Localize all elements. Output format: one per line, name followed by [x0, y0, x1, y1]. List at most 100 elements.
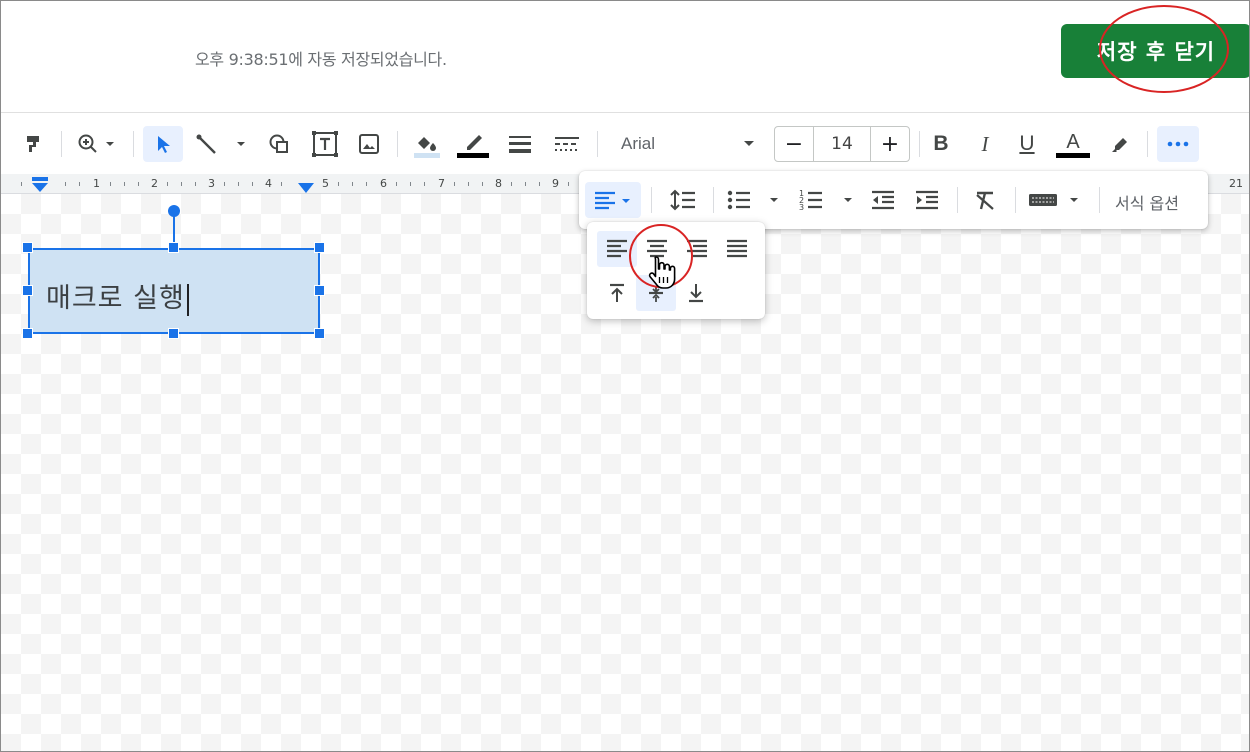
- resize-handle[interactable]: [22, 328, 33, 339]
- line-spacing-icon[interactable]: [663, 182, 703, 218]
- border-color-icon[interactable]: [453, 126, 493, 162]
- ruler-tick: [21, 182, 22, 186]
- text-color-swatch: [1056, 152, 1090, 158]
- ruler-tick: [482, 182, 483, 186]
- text-caret: [186, 283, 189, 316]
- resize-handle[interactable]: [22, 285, 33, 296]
- ruler-tick: [525, 182, 526, 186]
- toolbar: Arial − 14 + B I U A: [1, 114, 1249, 174]
- increase-indent-icon[interactable]: [907, 182, 947, 218]
- resize-handle[interactable]: [168, 328, 179, 339]
- border-dash-icon[interactable]: [547, 126, 587, 162]
- autosave-status: 오후 9:38:51에 자동 저장되었습니다.: [195, 50, 447, 69]
- clear-formatting-icon[interactable]: [965, 182, 1005, 218]
- font-family-select[interactable]: Arial: [607, 126, 763, 162]
- ruler-tick: [410, 182, 411, 186]
- ruler-tick: [424, 182, 425, 186]
- text-box-content[interactable]: 매크로 실행: [46, 276, 189, 316]
- first-line-indent-marker[interactable]: [31, 176, 49, 194]
- separator: [133, 131, 134, 157]
- resize-handle[interactable]: [314, 328, 325, 339]
- chevron-down-icon: [744, 141, 754, 146]
- separator: [651, 187, 652, 213]
- numbered-list-icon[interactable]: 123: [795, 182, 859, 218]
- more-icon[interactable]: [1157, 126, 1199, 162]
- ruler-tick: [352, 182, 353, 186]
- ruler-label: 7: [438, 177, 445, 190]
- text-box[interactable]: 매크로 실행: [28, 248, 320, 334]
- paint-format-icon[interactable]: [19, 126, 49, 162]
- ruler-label: 5: [322, 177, 329, 190]
- shape-icon[interactable]: [261, 126, 297, 162]
- separator: [1099, 187, 1100, 213]
- rotation-handle[interactable]: [168, 205, 180, 217]
- fill-color-icon[interactable]: [407, 126, 447, 162]
- resize-handle[interactable]: [168, 242, 179, 253]
- bold-button[interactable]: B: [923, 126, 959, 162]
- ruler-tick: [338, 182, 339, 186]
- separator: [1015, 187, 1016, 213]
- text-color-button[interactable]: A: [1053, 126, 1093, 162]
- align-left-icon[interactable]: [585, 182, 641, 218]
- resize-handle[interactable]: [314, 242, 325, 253]
- ruler-tick: [468, 182, 469, 186]
- format-options-button[interactable]: 서식 옵션: [1115, 190, 1179, 214]
- ruler-label: 1: [93, 177, 100, 190]
- resize-handle[interactable]: [314, 285, 325, 296]
- separator: [1147, 131, 1148, 157]
- separator: [957, 187, 958, 213]
- keyboard-icon[interactable]: [1025, 182, 1087, 218]
- ruler-tick: [252, 182, 253, 186]
- hand-cursor-icon: [648, 256, 676, 289]
- ruler-tick: [366, 182, 367, 186]
- ruler-tick: [181, 182, 182, 186]
- separator: [713, 187, 714, 213]
- ruler-tick: [238, 182, 239, 186]
- underline-button[interactable]: U: [1009, 126, 1045, 162]
- text-box-text: 매크로 실행: [46, 283, 185, 314]
- ruler-tick: [511, 182, 512, 186]
- line-icon[interactable]: [191, 126, 251, 162]
- ruler-tick: [396, 182, 397, 186]
- annotation-circle-save: [1099, 5, 1229, 93]
- ruler-tick: [224, 182, 225, 186]
- app-window: 오후 9:38:51에 자동 저장되었습니다. 저장 후 닫기 Arial − …: [0, 0, 1250, 752]
- zoom-icon[interactable]: [73, 126, 123, 162]
- right-indent-marker[interactable]: [297, 182, 315, 194]
- ruler-tick: [124, 182, 125, 186]
- ruler-tick: [281, 182, 282, 186]
- ruler-tick: [539, 182, 540, 186]
- separator: [919, 131, 920, 157]
- separator: [597, 131, 598, 157]
- separator: [397, 131, 398, 157]
- highlight-icon[interactable]: [1101, 126, 1139, 162]
- align-justify-option-icon[interactable]: [717, 231, 757, 267]
- resize-handle[interactable]: [22, 242, 33, 253]
- decrease-font-size-button[interactable]: −: [775, 127, 813, 161]
- border-weight-icon[interactable]: [501, 126, 539, 162]
- select-icon[interactable]: [143, 126, 183, 162]
- image-icon[interactable]: [351, 126, 387, 162]
- ruler-tick: [110, 182, 111, 186]
- ruler-label: 2: [151, 177, 158, 190]
- bulleted-list-icon[interactable]: [723, 182, 785, 218]
- align-top-option-icon[interactable]: [597, 275, 637, 311]
- font-size-value[interactable]: 14: [813, 127, 871, 161]
- decrease-indent-icon[interactable]: [863, 182, 903, 218]
- more-options-toolbar: 123 서식 옵션: [579, 171, 1208, 229]
- font-size-stepper[interactable]: − 14 +: [774, 126, 910, 162]
- italic-button[interactable]: I: [967, 126, 1003, 162]
- ruler-label: 21: [1229, 177, 1243, 190]
- ruler-tick: [138, 182, 139, 186]
- ruler-label: 8: [495, 177, 502, 190]
- ruler-label: 3: [208, 177, 215, 190]
- align-bottom-option-icon[interactable]: [676, 275, 716, 311]
- ruler-tick: [79, 182, 80, 186]
- ruler-label: 6: [380, 177, 387, 190]
- ruler-tick: [568, 182, 569, 186]
- ruler-tick: [65, 182, 66, 186]
- ruler-tick: [195, 182, 196, 186]
- increase-font-size-button[interactable]: +: [871, 127, 909, 161]
- text-box-icon[interactable]: [305, 126, 345, 162]
- ruler-label: 9: [552, 177, 559, 190]
